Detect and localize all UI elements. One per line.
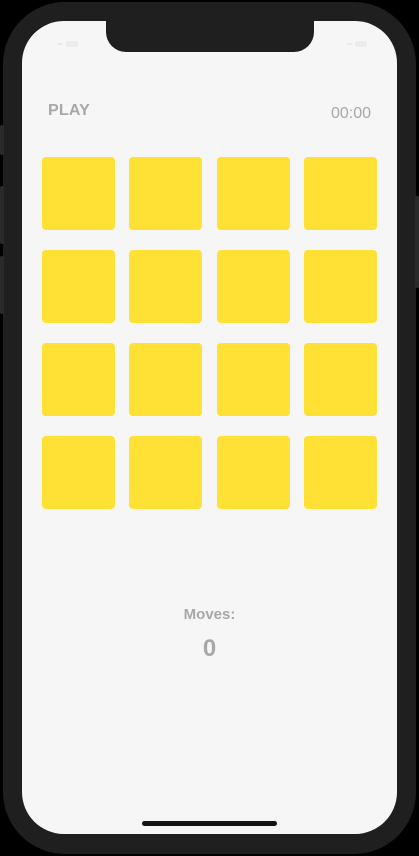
memory-card[interactable]: [42, 436, 115, 509]
wifi-icon: [346, 43, 352, 45]
memory-card[interactable]: [303, 250, 377, 323]
device-frame: PLAY 00:00 Moves: 0: [0, 0, 419, 856]
memory-card[interactable]: [303, 157, 377, 230]
power-button: [415, 196, 419, 288]
memory-card[interactable]: [129, 250, 203, 323]
home-indicator[interactable]: [142, 821, 277, 826]
moves-label: Moves:: [183, 606, 236, 623]
memory-card[interactable]: [303, 436, 377, 509]
memory-card[interactable]: [216, 343, 290, 416]
volume-down-button: [0, 256, 4, 314]
signal-icon: [57, 43, 63, 45]
memory-card[interactable]: [42, 343, 115, 416]
memory-card[interactable]: [129, 157, 203, 230]
status-bar-left: [57, 39, 78, 49]
memory-card[interactable]: [129, 436, 203, 509]
silent-switch: [0, 125, 4, 155]
memory-card[interactable]: [129, 343, 203, 416]
game-header: PLAY 00:00: [22, 99, 397, 129]
card-grid: [42, 157, 377, 509]
moves-count: 0: [202, 635, 217, 662]
memory-card[interactable]: [216, 157, 290, 230]
memory-card[interactable]: [42, 157, 115, 230]
play-button[interactable]: PLAY: [48, 102, 90, 120]
memory-card[interactable]: [303, 343, 377, 416]
volume-up-button: [0, 186, 4, 244]
memory-card[interactable]: [216, 250, 290, 323]
notch: [106, 21, 314, 52]
carrier-icon: [66, 41, 78, 47]
app-screen: PLAY 00:00 Moves: 0: [22, 21, 397, 834]
status-bar-right: [346, 39, 367, 49]
battery-icon: [355, 41, 367, 47]
timer-display: 00:00: [330, 105, 371, 122]
memory-card[interactable]: [216, 436, 290, 509]
memory-card[interactable]: [42, 250, 115, 323]
